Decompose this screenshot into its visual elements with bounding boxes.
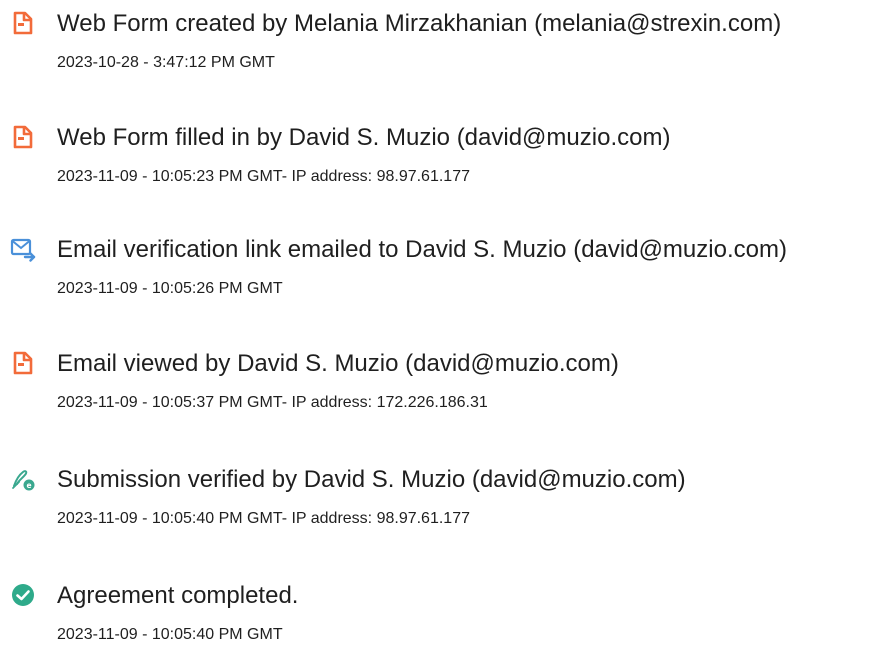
email-send-icon (10, 236, 36, 262)
audit-event-submission-verified: e Submission verified by David S. Muzio … (0, 466, 869, 556)
svg-text:e: e (26, 481, 31, 490)
event-title: Agreement completed. (57, 582, 299, 609)
signature-verified-icon: e (10, 466, 36, 492)
event-timestamp: 2023-10-28 - 3:47:12 PM GMT (57, 54, 275, 71)
document-form-icon (10, 10, 36, 36)
event-title: Email viewed by David S. Muzio (david@mu… (57, 350, 619, 377)
event-timestamp: 2023-11-09 - 10:05:40 PM GMT (57, 626, 283, 643)
event-title: Web Form created by Melania Mirzakhanian… (57, 10, 782, 37)
event-title: Web Form filled in by David S. Muzio (da… (57, 124, 671, 151)
event-title: Submission verified by David S. Muzio (d… (57, 466, 686, 493)
event-title: Email verification link emailed to David… (57, 236, 787, 263)
check-circle-icon (10, 582, 36, 608)
event-timestamp: 2023-11-09 - 10:05:26 PM GMT (57, 280, 283, 297)
audit-event-email-viewed: Email viewed by David S. Muzio (david@mu… (0, 350, 869, 440)
audit-event-form-created: Web Form created by Melania Mirzakhanian… (0, 10, 869, 100)
audit-event-agreement-completed: Agreement completed. 2023-11-09 - 10:05:… (0, 582, 869, 672)
event-timestamp: 2023-11-09 - 10:05:37 PM GMT- IP address… (57, 394, 488, 411)
event-timestamp: 2023-11-09 - 10:05:23 PM GMT- IP address… (57, 168, 470, 185)
event-timestamp: 2023-11-09 - 10:05:40 PM GMT- IP address… (57, 510, 470, 527)
document-form-icon (10, 124, 36, 150)
audit-event-verification-emailed: Email verification link emailed to David… (0, 236, 869, 326)
audit-event-form-filled: Web Form filled in by David S. Muzio (da… (0, 124, 869, 214)
document-form-icon (10, 350, 36, 376)
